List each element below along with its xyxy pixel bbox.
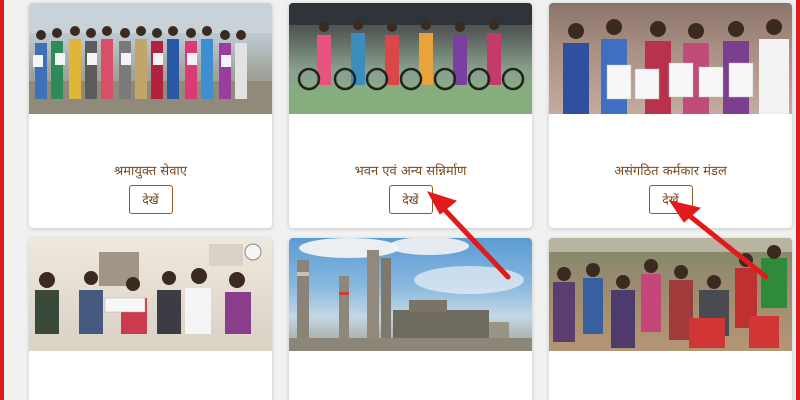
card-row2-1 bbox=[29, 238, 272, 400]
card-row2-3 bbox=[549, 238, 792, 400]
industrial-chimneys-illustration bbox=[289, 238, 532, 351]
card-title: असंगठित कर्मकार मंडल bbox=[614, 164, 727, 179]
card-photo bbox=[549, 238, 792, 351]
card-photo bbox=[549, 3, 792, 114]
right-red-border bbox=[796, 0, 800, 400]
women-with-bicycles-illustration bbox=[289, 3, 532, 114]
card-photo bbox=[289, 238, 532, 351]
card-photo bbox=[29, 3, 272, 114]
view-button[interactable]: देखें bbox=[648, 185, 693, 214]
card-building-construction: भवन एवं अन्य सन्निर्माण देखें bbox=[289, 3, 532, 228]
outdoor-gathering-illustration bbox=[549, 238, 792, 348]
card-unorganised-workers-board: असंगठित कर्मकार मंडल देखें bbox=[549, 3, 792, 228]
women-holding-documents-illustration bbox=[563, 19, 789, 114]
left-red-border bbox=[0, 0, 4, 400]
card-photo bbox=[289, 3, 532, 114]
view-button[interactable]: देखें bbox=[388, 185, 433, 214]
card-title: भवन एवं अन्य सन्निर्माण bbox=[354, 164, 467, 179]
view-button[interactable]: देखें bbox=[128, 185, 173, 214]
card-title: श्रमायुक्त सेवाए bbox=[114, 164, 187, 179]
card-row2-2 bbox=[289, 238, 532, 400]
women-with-certificates-illustration bbox=[29, 3, 272, 114]
card-photo bbox=[29, 238, 272, 351]
office-certificate-handover-illustration bbox=[29, 243, 272, 351]
card-labour-commissioner-services: श्रमायुक्त सेवाए देखें bbox=[29, 3, 272, 228]
